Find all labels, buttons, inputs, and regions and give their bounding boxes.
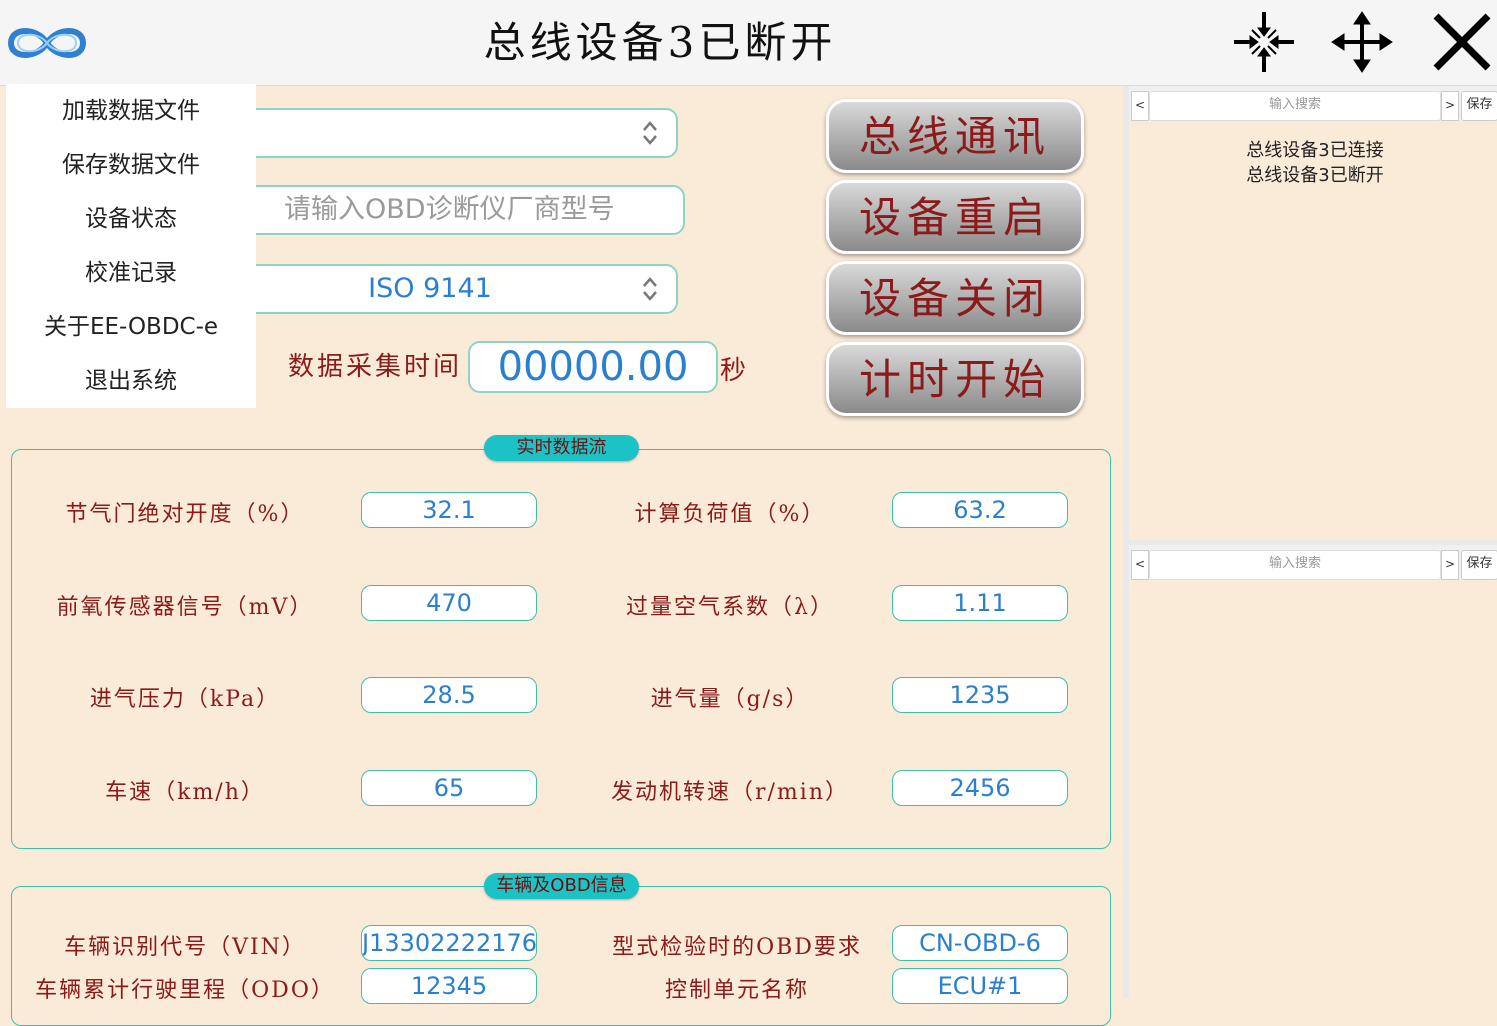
prev-button[interactable]: < bbox=[1131, 91, 1149, 121]
vin-value: J133022221761 bbox=[361, 925, 537, 961]
param-value: 28.5 bbox=[361, 677, 537, 713]
realtime-data-title: 实时数据流 bbox=[484, 435, 639, 461]
main-menu: 加载数据文件 保存数据文件 设备状态 校准记录 关于EE-OBDC-e 退出系统 bbox=[6, 84, 256, 408]
param-label: 进气压力（kPa） bbox=[89, 687, 281, 712]
search-input[interactable]: 输入搜索 bbox=[1149, 91, 1441, 121]
log-toolbar: < 输入搜索 > 保存 bbox=[1129, 545, 1497, 580]
log-toolbar: < 输入搜索 > 保存 bbox=[1129, 86, 1497, 121]
param-value: 63.2 bbox=[892, 492, 1068, 528]
param-label: 进气量（g/s） bbox=[650, 687, 810, 712]
log-panel-top: < 输入搜索 > 保存 总线设备3已连接 总线设备3已断开 bbox=[1129, 86, 1497, 540]
save-button[interactable]: 保存 bbox=[1461, 91, 1497, 121]
prev-button[interactable]: < bbox=[1131, 550, 1149, 580]
search-input[interactable]: 输入搜索 bbox=[1149, 550, 1441, 580]
odo-value: 12345 bbox=[361, 968, 537, 1004]
param-value: 1.11 bbox=[892, 585, 1068, 621]
device-shutdown-button[interactable]: 设备关闭 bbox=[826, 261, 1084, 335]
move-icon[interactable] bbox=[1330, 10, 1394, 74]
acquisition-time-value[interactable]: 00000.00 bbox=[468, 341, 718, 393]
combo-arrows-icon bbox=[643, 277, 657, 301]
param-label: 车辆累计行驶里程（ODO） bbox=[35, 978, 335, 1003]
param-value: 2456 bbox=[892, 770, 1068, 806]
close-icon[interactable] bbox=[1430, 10, 1494, 74]
window-title: 总线设备3已断开 bbox=[483, 18, 837, 67]
combo-arrows-icon bbox=[643, 121, 657, 145]
menu-item-about[interactable]: 关于EE-OBDC-e bbox=[6, 300, 256, 354]
next-button[interactable]: > bbox=[1441, 91, 1459, 121]
next-button[interactable]: > bbox=[1441, 550, 1459, 580]
param-label: 车辆识别代号（VIN） bbox=[64, 935, 306, 960]
param-label: 控制单元名称 bbox=[664, 978, 809, 1003]
acquisition-time-unit: 秒 bbox=[720, 356, 747, 386]
bus-communication-button[interactable]: 总线通讯 bbox=[826, 99, 1084, 173]
title-bar: 总线设备3已断开 bbox=[0, 0, 1497, 86]
compress-icon[interactable] bbox=[1232, 10, 1296, 74]
menu-item-calibration-log[interactable]: 校准记录 bbox=[6, 246, 256, 300]
param-value: 470 bbox=[361, 585, 537, 621]
menu-item-exit[interactable]: 退出系统 bbox=[6, 354, 256, 408]
param-value: CN-OBD-6 bbox=[892, 925, 1068, 961]
param-value: 32.1 bbox=[361, 492, 537, 528]
log-line: 总线设备3已连接 bbox=[1246, 140, 1384, 161]
param-value: 65 bbox=[361, 770, 537, 806]
param-label: 发动机转速（r/min） bbox=[611, 780, 849, 805]
save-button[interactable]: 保存 bbox=[1461, 550, 1497, 580]
log-line: 总线设备3已断开 bbox=[1246, 165, 1384, 186]
start-timer-button[interactable]: 计时开始 bbox=[826, 342, 1084, 416]
menu-item-save-data[interactable]: 保存数据文件 bbox=[6, 138, 256, 192]
acquisition-time-label: 数据采集时间 bbox=[288, 352, 463, 382]
param-value: 1235 bbox=[892, 677, 1068, 713]
param-value: ECU#1 bbox=[892, 968, 1068, 1004]
param-label: 计算负荷值（%） bbox=[634, 502, 826, 527]
vehicle-obd-title: 车辆及OBD信息 bbox=[484, 873, 639, 899]
menu-item-device-status[interactable]: 设备状态 bbox=[6, 192, 256, 246]
param-label: 节气门绝对开度（%） bbox=[65, 502, 305, 527]
log-panel-bottom: < 输入搜索 > 保存 bbox=[1129, 545, 1497, 998]
param-label: 车速（km/h） bbox=[105, 780, 265, 805]
param-label: 前氧传感器信号（mV） bbox=[56, 595, 314, 620]
menu-item-load-data[interactable]: 加载数据文件 bbox=[6, 84, 256, 138]
param-label: 型式检验时的OBD要求 bbox=[612, 935, 862, 960]
device-restart-button[interactable]: 设备重启 bbox=[826, 180, 1084, 254]
param-label: 过量空气系数（λ） bbox=[626, 595, 834, 620]
